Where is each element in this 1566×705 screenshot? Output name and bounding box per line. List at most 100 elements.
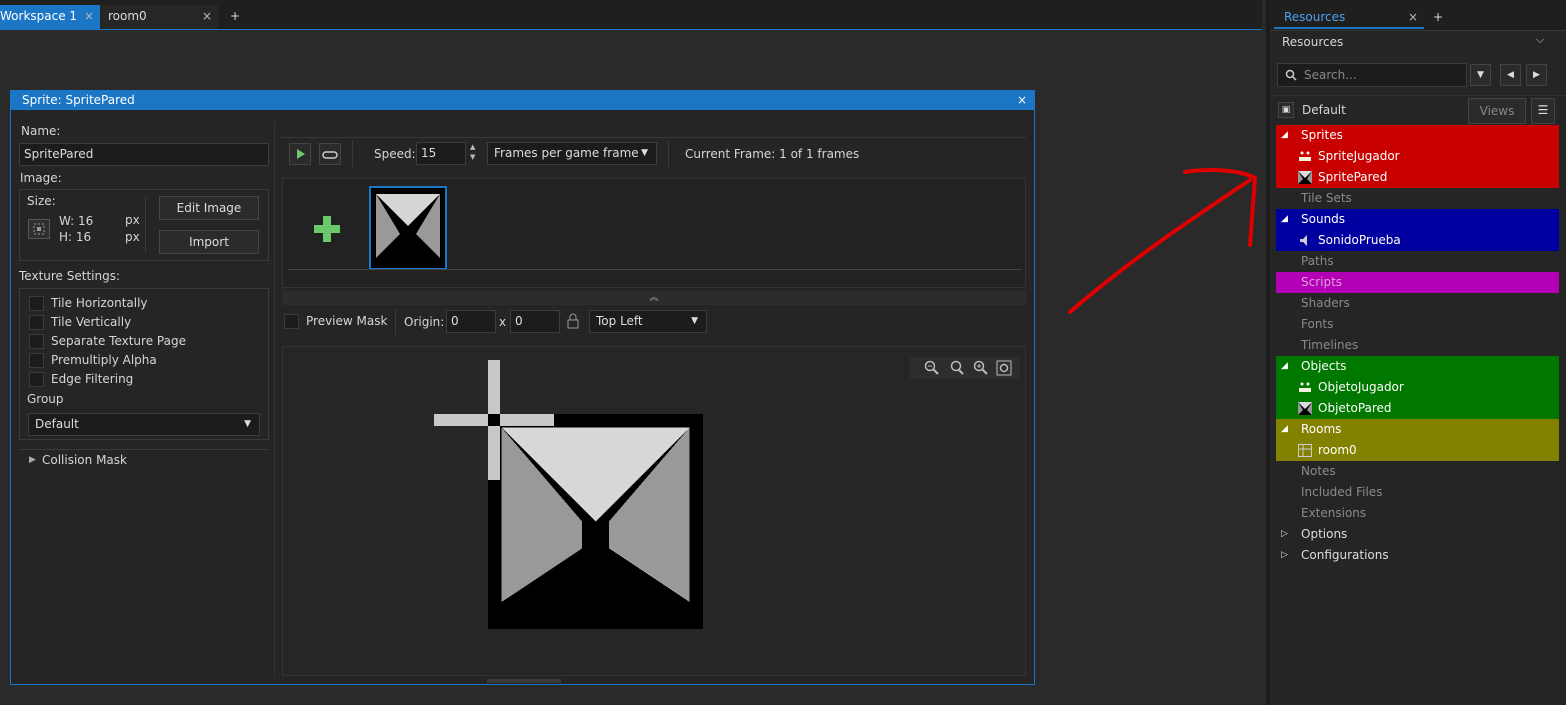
tree-folder-shaders[interactable]: Shaders: [1276, 293, 1559, 314]
collapse-chevron-icon[interactable]: ︽: [282, 291, 1026, 305]
tree-folder-fonts[interactable]: Fonts: [1276, 314, 1559, 335]
frame-thumbnail[interactable]: [369, 186, 447, 270]
search-icon: [1285, 69, 1297, 81]
tree-folder-configurations[interactable]: ▷ Configurations: [1276, 545, 1559, 566]
tab-label: room0: [108, 9, 147, 23]
option-label: Tile Vertically: [51, 315, 132, 329]
sprite-name-input[interactable]: SpritePared: [19, 143, 269, 166]
tab-room0[interactable]: room0 ×: [100, 5, 218, 29]
chevron-right-icon[interactable]: ▷: [1281, 524, 1288, 545]
resize-grip[interactable]: [487, 679, 561, 683]
current-frame-label: Current Frame: 1 of 1 frames: [685, 147, 860, 161]
tree-item-objetopared[interactable]: ObjetoPared: [1276, 398, 1559, 419]
tree-folder-objects[interactable]: ◢ Objects: [1276, 356, 1559, 377]
chevron-down-icon[interactable]: ◢: [1281, 125, 1288, 146]
sprite-preview-canvas[interactable]: [282, 346, 1026, 676]
tree-item-spritejugador[interactable]: SpriteJugador: [1276, 146, 1559, 167]
tab-resources[interactable]: Resources ×: [1274, 7, 1424, 29]
chevron-right-icon[interactable]: ▷: [1281, 545, 1288, 566]
sprite-editor-window: Sprite: SpritePared × Name: SpritePared …: [10, 90, 1035, 685]
preview-mask-checkbox[interactable]: [284, 314, 299, 329]
item-label: ObjetoJugador: [1318, 380, 1404, 394]
tree-folder-sounds[interactable]: ◢ Sounds: [1276, 209, 1559, 230]
origin-y-input[interactable]: 0: [510, 310, 560, 333]
option-label: Edge Filtering: [51, 372, 134, 386]
chevron-right-icon[interactable]: ▶: [29, 455, 36, 465]
checkbox[interactable]: [29, 334, 44, 349]
checkbox[interactable]: [29, 372, 44, 387]
loop-button[interactable]: [319, 143, 341, 165]
chevron-down-icon[interactable]: ◢: [1281, 419, 1288, 440]
chevron-down-icon[interactable]: ◢: [1281, 356, 1288, 377]
chevron-down-icon[interactable]: ⌵: [1536, 33, 1544, 47]
tree-folder-tile-sets[interactable]: Tile Sets: [1276, 188, 1559, 209]
speed-mode-select[interactable]: Frames per game frame ▼: [487, 142, 657, 165]
back-arrow-icon[interactable]: ◀: [1500, 64, 1521, 86]
divider: [1270, 30, 1566, 31]
resize-icon[interactable]: [28, 219, 50, 239]
texture-option[interactable]: Separate Texture Page: [29, 334, 186, 349]
tree-folder-options[interactable]: ▷ Options: [1276, 524, 1559, 545]
folder-label: Sprites: [1301, 128, 1343, 142]
close-icon[interactable]: ×: [1408, 7, 1418, 27]
tree-folder-timelines[interactable]: Timelines: [1276, 335, 1559, 356]
checkbox[interactable]: [29, 315, 44, 330]
texture-option[interactable]: Edge Filtering: [29, 372, 133, 387]
tree-folder-rooms[interactable]: ◢ Rooms: [1276, 419, 1559, 440]
chevron-down-icon[interactable]: ◢: [1281, 209, 1288, 230]
group-label: Group: [27, 392, 64, 406]
edit-image-button[interactable]: Edit Image: [159, 196, 259, 220]
collision-mask-header[interactable]: Collision Mask: [42, 453, 127, 467]
tree-item-room0[interactable]: room0: [1276, 440, 1559, 461]
tree-folder-included-files[interactable]: Included Files: [1276, 482, 1559, 503]
add-tab-button[interactable]: +: [1433, 7, 1443, 27]
origin-preset-select[interactable]: Top Left ▼: [589, 310, 707, 333]
group-value: Default: [35, 417, 79, 431]
texture-option[interactable]: Tile Vertically: [29, 315, 131, 330]
tree-folder-paths[interactable]: Paths: [1276, 251, 1559, 272]
item-label: room0: [1318, 443, 1357, 457]
folder-label: Shaders: [1301, 296, 1350, 310]
folder-label: Sounds: [1301, 212, 1346, 226]
wall-sprite-icon: [376, 194, 440, 258]
folder-label: Tile Sets: [1301, 191, 1352, 205]
tree-folder-extensions[interactable]: Extensions: [1276, 503, 1559, 524]
add-frame-button[interactable]: [312, 214, 342, 247]
tree-folder-scripts[interactable]: Scripts: [1276, 272, 1559, 293]
import-button[interactable]: Import: [159, 230, 259, 254]
play-button[interactable]: [289, 143, 311, 165]
origin-label: Origin:: [404, 315, 445, 329]
divider: [668, 141, 669, 167]
tree-item-sonidoprueba[interactable]: SonidoPrueba: [1276, 230, 1559, 251]
speed-stepper[interactable]: ▲ ▼: [470, 142, 482, 165]
folder-label: Timelines: [1301, 338, 1359, 352]
speed-input[interactable]: 15: [416, 142, 466, 165]
views-button[interactable]: Views: [1468, 98, 1526, 124]
close-icon[interactable]: ×: [1017, 91, 1027, 110]
texture-option[interactable]: Premultiply Alpha: [29, 353, 157, 368]
group-select[interactable]: Default ▼: [28, 413, 260, 436]
tree-folder-notes[interactable]: Notes: [1276, 461, 1559, 482]
close-icon[interactable]: ×: [84, 5, 94, 27]
origin-marker[interactable]: [488, 414, 500, 426]
folder-label: Fonts: [1301, 317, 1334, 331]
tree-folder-sprites[interactable]: ◢ Sprites: [1276, 125, 1559, 146]
window-titlebar[interactable]: Sprite: SpritePared ×: [11, 91, 1034, 110]
views-icon[interactable]: ▣: [1278, 102, 1294, 118]
tree-item-spritepared[interactable]: SpritePared: [1276, 167, 1559, 188]
filter-dropdown-icon[interactable]: ▼: [1470, 64, 1491, 86]
origin-x-input[interactable]: 0: [446, 310, 496, 333]
add-tab-button[interactable]: +: [226, 5, 246, 29]
tree-item-objetojugador[interactable]: ObjetoJugador: [1276, 377, 1559, 398]
divider: [1270, 95, 1566, 96]
forward-arrow-icon[interactable]: ▶: [1526, 64, 1547, 86]
tab-workspace-1[interactable]: Workspace 1 ×: [0, 5, 100, 29]
search-input[interactable]: Search...: [1277, 63, 1467, 87]
close-icon[interactable]: ×: [202, 5, 212, 27]
checkbox[interactable]: [29, 353, 44, 368]
texture-option[interactable]: Tile Horizontally: [29, 296, 148, 311]
lock-icon[interactable]: [566, 313, 580, 332]
menu-icon[interactable]: ☰: [1531, 98, 1555, 124]
checkbox[interactable]: [29, 296, 44, 311]
divider: [352, 141, 353, 167]
